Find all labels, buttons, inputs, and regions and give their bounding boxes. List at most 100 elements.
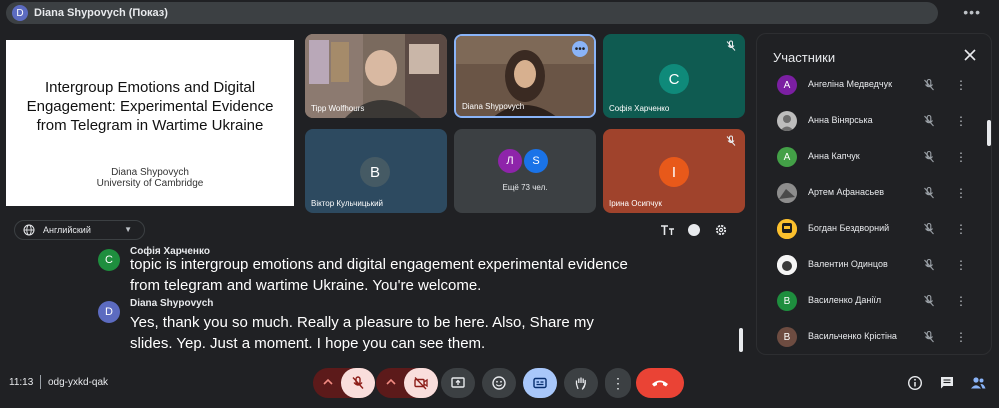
panel-title: Участники	[773, 50, 836, 65]
caption-entry: C Софія Харченко topic is intergroup emo…	[98, 246, 628, 294]
mic-off-icon[interactable]	[922, 294, 936, 308]
mic-control-group	[313, 368, 375, 398]
present-screen-icon	[451, 377, 465, 388]
leave-call-button[interactable]	[636, 368, 684, 398]
participant-row[interactable]: Анна Вінярська ⋮	[757, 104, 985, 140]
tile-name: Tipp Wolfhours	[311, 104, 365, 113]
participant-row[interactable]: В Васильченко Крістіна ⋮	[757, 320, 985, 354]
meeting-code: odg-yxkd-qak	[48, 377, 109, 388]
slide-affiliation: University of Cambridge	[96, 178, 204, 189]
caption-scrollbar[interactable]	[739, 328, 743, 352]
more-options-button[interactable]: ⋮	[605, 368, 631, 398]
more-vert-icon[interactable]: ⋮	[955, 185, 967, 201]
more-options-icon[interactable]: •••	[572, 41, 588, 57]
close-icon[interactable]	[963, 48, 977, 62]
participant-row[interactable]: В Василенко Даніїл ⋮	[757, 284, 985, 320]
caption-language-select[interactable]: Английский ▼	[14, 220, 145, 240]
avatar-photo	[777, 255, 797, 275]
info-icon[interactable]	[907, 375, 923, 391]
slide-title: Intergroup Emotions and Digital Engageme…	[26, 79, 274, 134]
presenter-banner[interactable]: D Diana Shypovych (Показ)	[6, 2, 938, 24]
avatar: C	[98, 249, 120, 271]
tile-name: Софія Харченко	[609, 104, 670, 113]
mic-off-icon[interactable]	[922, 258, 936, 272]
mic-off-icon[interactable]	[922, 186, 936, 200]
camera-off-icon	[414, 377, 428, 390]
presenter-avatar: D	[12, 5, 28, 21]
tile-name: Віктор Кульчицький	[311, 199, 384, 208]
more-vert-icon[interactable]: ⋮	[955, 77, 967, 93]
mic-off-icon	[726, 40, 736, 51]
more-participants-tile[interactable]: Л S Ещё 73 чел.	[454, 129, 596, 213]
avatar: А	[777, 147, 797, 167]
globe-icon	[23, 224, 35, 236]
chevron-up-icon[interactable]	[385, 376, 397, 388]
more-vert-icon[interactable]: ⋮	[955, 329, 967, 345]
reactions-button[interactable]	[482, 368, 516, 398]
top-bar: D Diana Shypovych (Показ) •••	[0, 0, 999, 26]
more-vert-icon[interactable]: ⋮	[955, 257, 967, 273]
raise-hand-button[interactable]	[564, 368, 598, 398]
caption-entry: D Diana Shypovych Yes, thank you so much…	[98, 298, 618, 354]
more-vert-icon: ⋮	[611, 374, 625, 391]
mic-off-icon[interactable]	[922, 222, 936, 236]
avatar: А	[777, 75, 797, 95]
avatar: C	[659, 64, 689, 94]
mic-off-icon[interactable]	[922, 114, 936, 128]
participants-panel: Участники А Ангеліна Медведчук ⋮ Анна Ві…	[756, 33, 992, 355]
present-button[interactable]	[441, 368, 475, 398]
avatar-photo	[780, 115, 794, 131]
camera-button[interactable]	[404, 368, 438, 398]
caption-language-label: Английский	[43, 225, 91, 235]
avatar	[777, 183, 797, 203]
caption-color-icon[interactable]	[687, 223, 701, 237]
divider	[40, 375, 41, 389]
hand-icon	[575, 377, 586, 390]
participant-tile-iryna[interactable]: І Ірина Осипчук	[603, 129, 745, 213]
text-size-icon[interactable]	[660, 223, 676, 237]
captions-button[interactable]	[523, 368, 557, 398]
more-vert-icon[interactable]: ⋮	[955, 149, 967, 165]
microphone-button[interactable]	[341, 368, 375, 398]
mic-off-icon[interactable]	[922, 78, 936, 92]
participant-tile-diana[interactable]: ••• Diana Shypovych	[454, 34, 596, 118]
caption-tools	[660, 222, 730, 238]
participant-name: Анна Вінярська	[808, 115, 873, 125]
participant-tile-viktor[interactable]: B Віктор Кульчицький	[305, 129, 447, 213]
more-vert-icon[interactable]: ⋮	[955, 221, 967, 237]
presentation-slide[interactable]: Intergroup Emotions and Digital Engageme…	[6, 40, 294, 206]
participant-row[interactable]: А Ангеліна Медведчук ⋮	[757, 68, 985, 104]
mic-off-icon[interactable]	[922, 150, 936, 164]
mic-off-icon	[352, 376, 364, 389]
participant-name: Анна Капчук	[808, 151, 860, 161]
more-vert-icon[interactable]: ⋮	[955, 293, 967, 309]
clock: 11:13	[9, 377, 34, 388]
avatar: І	[659, 157, 689, 187]
avatar: S	[524, 149, 548, 173]
avatar	[777, 111, 797, 131]
participant-name: Валентин Одинцов	[808, 259, 888, 269]
emoji-icon	[492, 376, 506, 390]
mic-off-icon[interactable]	[922, 330, 936, 344]
avatar	[777, 219, 797, 239]
avatar-photo	[777, 183, 797, 203]
participant-tile-sofia[interactable]: C Софія Харченко	[603, 34, 745, 118]
avatar-photo	[777, 219, 797, 239]
chevron-up-icon[interactable]	[322, 376, 334, 388]
participants-scrollbar[interactable]	[987, 120, 991, 146]
meet-window: D Diana Shypovych (Показ) ••• Intergroup…	[0, 0, 999, 408]
more-options-icon[interactable]: •••	[963, 4, 981, 20]
caption-text: topic is intergroup emotions and digital…	[130, 256, 628, 294]
participant-row[interactable]: А Анна Капчук ⋮	[757, 140, 985, 176]
settings-icon[interactable]	[714, 223, 728, 237]
participant-row[interactable]: Богдан Бездворний ⋮	[757, 212, 985, 248]
more-participants-label: Ещё 73 чел.	[502, 183, 548, 192]
more-vert-icon[interactable]: ⋮	[955, 113, 967, 129]
participant-name: Василенко Даніїл	[808, 295, 882, 305]
people-icon[interactable]	[970, 375, 986, 391]
participant-row[interactable]: Артем Афанасьев ⋮	[757, 176, 985, 212]
participant-tile-tipp[interactable]: Tipp Wolfhours	[305, 34, 447, 118]
participant-row[interactable]: Валентин Одинцов ⋮	[757, 248, 985, 284]
tile-name: Diana Shypovych	[462, 102, 525, 111]
chat-icon[interactable]	[939, 375, 955, 391]
